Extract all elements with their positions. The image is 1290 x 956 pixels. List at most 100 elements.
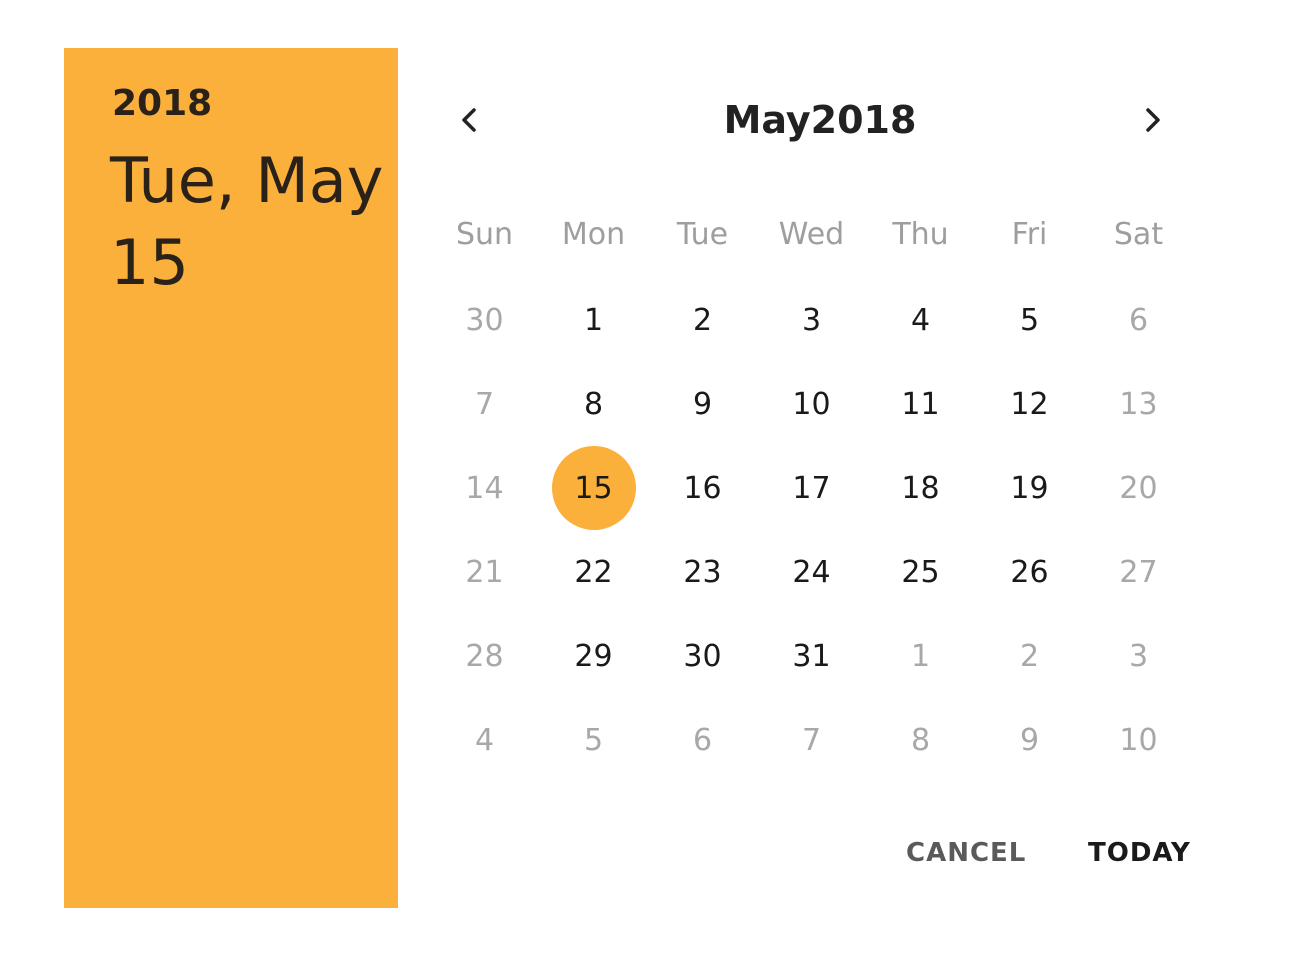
day-number: 16 bbox=[683, 470, 722, 506]
day-cell[interactable]: 19 bbox=[975, 446, 1084, 530]
day-cell[interactable]: 24 bbox=[757, 530, 866, 614]
day-cell[interactable]: 30 bbox=[430, 278, 539, 362]
day-number: 9 bbox=[1019, 722, 1040, 758]
day-number: 5 bbox=[1019, 302, 1040, 338]
day-cell[interactable]: 5 bbox=[975, 278, 1084, 362]
day-cell[interactable]: 4 bbox=[430, 698, 539, 782]
today-button[interactable]: TODAY bbox=[1082, 828, 1197, 878]
day-number: 8 bbox=[910, 722, 931, 758]
day-cell[interactable]: 8 bbox=[866, 698, 975, 782]
day-cell[interactable]: 10 bbox=[1084, 698, 1193, 782]
day-number: 14 bbox=[465, 470, 504, 506]
day-number: 17 bbox=[792, 470, 831, 506]
selected-year[interactable]: 2018 bbox=[112, 84, 212, 124]
day-cell[interactable]: 7 bbox=[757, 698, 866, 782]
day-number: 22 bbox=[574, 554, 613, 590]
day-cell[interactable]: 10 bbox=[757, 362, 866, 446]
day-number: 10 bbox=[1119, 722, 1158, 758]
day-number: 6 bbox=[692, 722, 713, 758]
day-number: 1 bbox=[583, 302, 604, 338]
day-number: 4 bbox=[474, 722, 495, 758]
day-number: 2 bbox=[1019, 638, 1040, 674]
day-cell[interactable]: 2 bbox=[648, 278, 757, 362]
chevron-right-icon bbox=[1146, 108, 1160, 132]
calendar-day-grid: 30 1 2 3 4 5 6 7 8 9 10 11 12 13 14 15 16 17 18 19 20 21 22 23 2… bbox=[430, 278, 1194, 782]
day-number: 25 bbox=[901, 554, 940, 590]
day-cell[interactable]: 8 bbox=[539, 362, 648, 446]
day-cell[interactable]: 30 bbox=[648, 614, 757, 698]
day-cell[interactable]: 13 bbox=[1084, 362, 1193, 446]
day-cell[interactable]: 3 bbox=[757, 278, 866, 362]
day-cell[interactable]: 31 bbox=[757, 614, 866, 698]
selected-day-cell[interactable]: 15 bbox=[539, 446, 648, 530]
day-cell[interactable]: 1 bbox=[866, 614, 975, 698]
day-cell[interactable]: 6 bbox=[648, 698, 757, 782]
day-number: 4 bbox=[910, 302, 931, 338]
day-cell[interactable]: 1 bbox=[539, 278, 648, 362]
day-number: 24 bbox=[792, 554, 831, 590]
day-number: 9 bbox=[692, 386, 713, 422]
day-number: 3 bbox=[801, 302, 822, 338]
day-cell[interactable]: 11 bbox=[866, 362, 975, 446]
day-number: 6 bbox=[1128, 302, 1149, 338]
date-header-panel: 2018 Tue, May 15 bbox=[64, 48, 398, 908]
day-cell[interactable]: 28 bbox=[430, 614, 539, 698]
day-number: 3 bbox=[1128, 638, 1149, 674]
day-number: 1 bbox=[910, 638, 931, 674]
day-number: 8 bbox=[583, 386, 604, 422]
weekday-label: Fri bbox=[1011, 217, 1048, 252]
day-number: 5 bbox=[583, 722, 604, 758]
day-cell[interactable]: 2 bbox=[975, 614, 1084, 698]
day-cell[interactable]: 22 bbox=[539, 530, 648, 614]
month-year-title: May2018 bbox=[723, 98, 917, 142]
day-number: 19 bbox=[1010, 470, 1049, 506]
day-cell[interactable]: 27 bbox=[1084, 530, 1193, 614]
weekday-label: Sun bbox=[455, 217, 514, 252]
day-cell[interactable]: 12 bbox=[975, 362, 1084, 446]
day-number: 12 bbox=[1010, 386, 1049, 422]
day-number: 11 bbox=[901, 386, 940, 422]
day-number: 7 bbox=[801, 722, 822, 758]
day-number: 30 bbox=[683, 638, 722, 674]
day-cell[interactable]: 7 bbox=[430, 362, 539, 446]
day-cell[interactable]: 5 bbox=[539, 698, 648, 782]
day-number: 18 bbox=[901, 470, 940, 506]
day-cell[interactable]: 9 bbox=[975, 698, 1084, 782]
next-month-button[interactable] bbox=[1128, 96, 1176, 144]
day-cell[interactable]: 18 bbox=[866, 446, 975, 530]
weekday-label: Mon bbox=[561, 217, 626, 252]
day-cell[interactable]: 26 bbox=[975, 530, 1084, 614]
month-navigation: May2018 bbox=[430, 80, 1210, 160]
day-cell[interactable]: 20 bbox=[1084, 446, 1193, 530]
day-number: 28 bbox=[465, 638, 504, 674]
day-cell[interactable]: 17 bbox=[757, 446, 866, 530]
day-cell[interactable]: 14 bbox=[430, 446, 539, 530]
day-cell[interactable]: 3 bbox=[1084, 614, 1193, 698]
day-cell[interactable]: 9 bbox=[648, 362, 757, 446]
day-number: 20 bbox=[1119, 470, 1158, 506]
day-number: 15 bbox=[551, 446, 636, 530]
weekday-label: Tue bbox=[676, 217, 729, 252]
day-cell[interactable]: 29 bbox=[539, 614, 648, 698]
day-number: 2 bbox=[692, 302, 713, 338]
day-cell[interactable]: 6 bbox=[1084, 278, 1193, 362]
day-number: 23 bbox=[683, 554, 722, 590]
day-number: 26 bbox=[1010, 554, 1049, 590]
day-cell[interactable]: 23 bbox=[648, 530, 757, 614]
day-number: 31 bbox=[792, 638, 831, 674]
day-number: 7 bbox=[474, 386, 495, 422]
day-number: 10 bbox=[792, 386, 831, 422]
day-cell[interactable]: 4 bbox=[866, 278, 975, 362]
weekday-label: Thu bbox=[892, 217, 949, 252]
weekday-header-row: Sun Mon Tue Wed Thu Fri Sat bbox=[430, 210, 1194, 260]
weekday-label: Sat bbox=[1113, 217, 1164, 252]
day-number: 21 bbox=[465, 554, 504, 590]
day-number: 30 bbox=[465, 302, 504, 338]
day-number: 29 bbox=[574, 638, 613, 674]
weekday-label: Wed bbox=[778, 217, 845, 252]
date-picker-dialog: 2018 Tue, May 15 May2018 Sun Mon Tue Wed… bbox=[0, 0, 1290, 956]
day-cell[interactable]: 16 bbox=[648, 446, 757, 530]
day-cell[interactable]: 25 bbox=[866, 530, 975, 614]
day-cell[interactable]: 21 bbox=[430, 530, 539, 614]
cancel-button[interactable]: CANCEL bbox=[900, 828, 1032, 878]
